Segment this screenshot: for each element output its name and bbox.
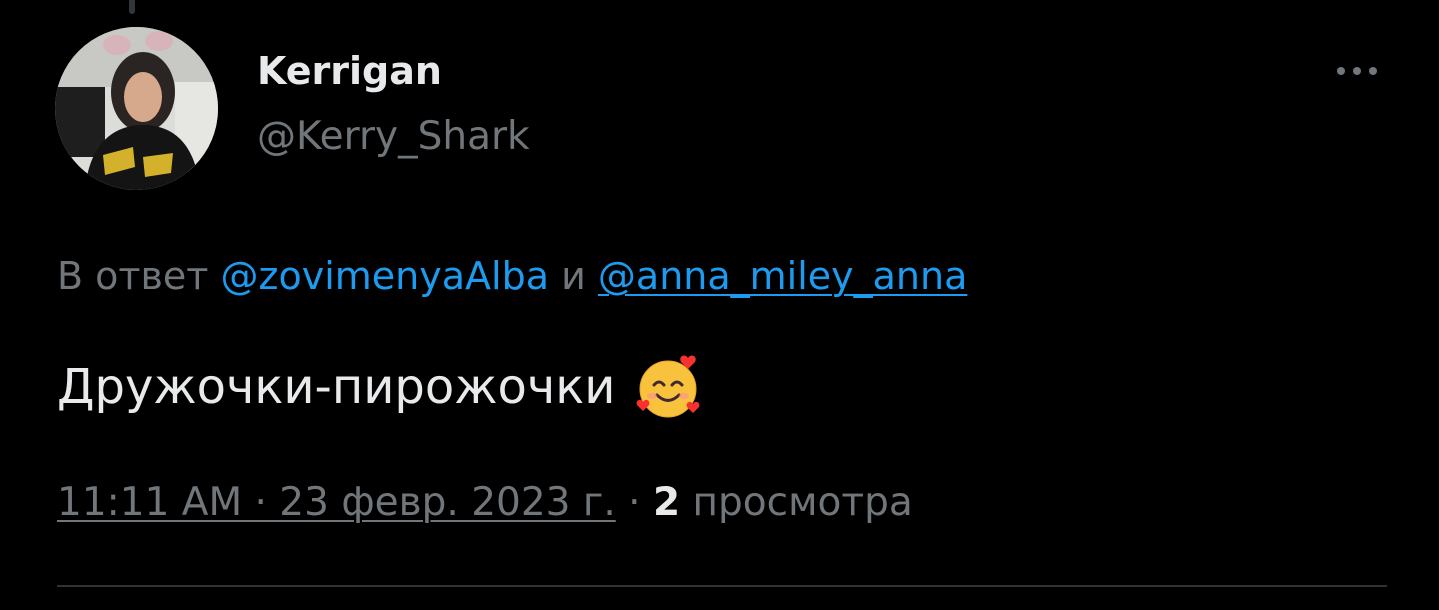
mention-link-zovimenyaalba[interactable]: @zovimenyaAlba: [221, 254, 549, 298]
views-label: просмотра: [692, 480, 913, 525]
author-handle[interactable]: @Kerry_Shark: [257, 112, 530, 162]
author-display-name[interactable]: Kerrigan: [257, 46, 442, 96]
meta-separator: ·: [628, 480, 641, 525]
tweet-timestamp[interactable]: 11:11 AM · 23 февр. 2023 г.: [57, 480, 616, 525]
reply-context: В ответ @zovimenyaAlba и @anna_miley_ann…: [57, 250, 967, 302]
reply-conjunction: и: [561, 254, 586, 298]
tweet-body: Дружочки-пирожочки: [57, 352, 703, 422]
mention-link-anna-miley-anna[interactable]: @anna_miley_anna: [598, 254, 967, 298]
avatar-image: [55, 27, 218, 190]
views-count: 2: [652, 480, 681, 525]
smiling-face-with-hearts-icon: [633, 352, 703, 422]
more-options-button[interactable]: [1327, 52, 1387, 92]
tweet-meta: 11:11 AM · 23 февр. 2023 г. · 2 просмотр…: [57, 477, 913, 529]
avatar[interactable]: [55, 27, 218, 190]
more-dots-icon: [1337, 67, 1377, 75]
divider: [57, 585, 1387, 587]
thread-connector-line: [129, 0, 135, 14]
tweet-text: Дружочки-пирожочки: [57, 359, 616, 415]
reply-prefix: В ответ: [57, 254, 209, 298]
